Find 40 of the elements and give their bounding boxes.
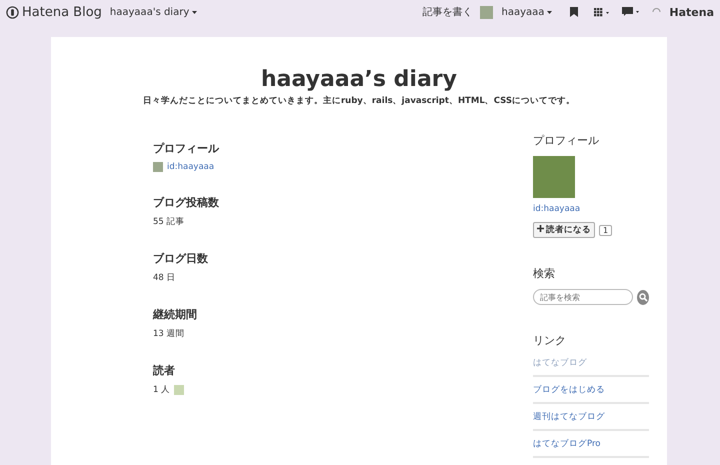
sidebar-id-link[interactable]: id:haayaaa bbox=[533, 204, 649, 214]
sidebar-link[interactable]: はてなブログPro bbox=[533, 431, 649, 458]
caret-icon bbox=[192, 10, 198, 14]
search-field[interactable]: 記事を検索 bbox=[533, 289, 633, 305]
stat-value: 13 週間 bbox=[153, 328, 185, 340]
search-heading: 検索 bbox=[533, 266, 556, 281]
stat-heading: ブログ日数 bbox=[153, 251, 209, 266]
blog-description: 日々学んだことについてまとめていきます。主にruby、rails、javascript、HTML、CSSについてです。 bbox=[142, 95, 575, 107]
search-icon bbox=[638, 292, 648, 302]
grid-menu-icon[interactable] bbox=[594, 8, 610, 16]
stat-value: 1 人 bbox=[153, 384, 170, 396]
caret-icon bbox=[547, 10, 552, 14]
photo-placeholder bbox=[533, 156, 575, 198]
subscriber-count: 1 bbox=[599, 224, 612, 236]
plus-icon bbox=[537, 225, 544, 232]
stat-value: 55 記事 bbox=[153, 216, 185, 228]
profile-id-link[interactable]: id:haayaaa bbox=[167, 162, 214, 172]
blog-title[interactable]: haayaaa’s diary bbox=[261, 67, 457, 92]
sidebar-link[interactable]: ブログをはじめる bbox=[533, 377, 649, 404]
user-avatar bbox=[480, 6, 494, 18]
hatena-brand[interactable]: Hatena bbox=[669, 6, 714, 18]
user-menu[interactable]: haayaaa bbox=[501, 6, 552, 18]
stat-heading: ブログ投稿数 bbox=[153, 195, 220, 210]
sidebar-link[interactable]: 週刊はてなブログ bbox=[533, 404, 649, 431]
stat-heading: 継続期間 bbox=[153, 307, 198, 322]
logo-icon bbox=[6, 6, 19, 18]
logo-text: Hatena Blog bbox=[22, 4, 102, 20]
subscribe-button[interactable]: 読者になる bbox=[533, 222, 595, 238]
stat-heading: 読者 bbox=[153, 363, 176, 378]
hatena-blog-logo[interactable]: Hatena Blog bbox=[6, 4, 102, 20]
search-button[interactable] bbox=[637, 290, 649, 304]
sidebar-profile-heading: プロフィール bbox=[533, 133, 600, 148]
stat-value: 48 日 bbox=[153, 272, 176, 284]
comment-menu-icon[interactable] bbox=[622, 7, 640, 17]
profile-heading: プロフィール bbox=[153, 141, 220, 156]
profile-avatar bbox=[153, 162, 163, 172]
bookmark-icon[interactable] bbox=[570, 7, 578, 17]
blog-menu[interactable]: haayaaa's diary bbox=[110, 6, 198, 18]
links-heading: リンク bbox=[533, 333, 567, 348]
write-link[interactable]: 記事を書く bbox=[422, 5, 472, 19]
